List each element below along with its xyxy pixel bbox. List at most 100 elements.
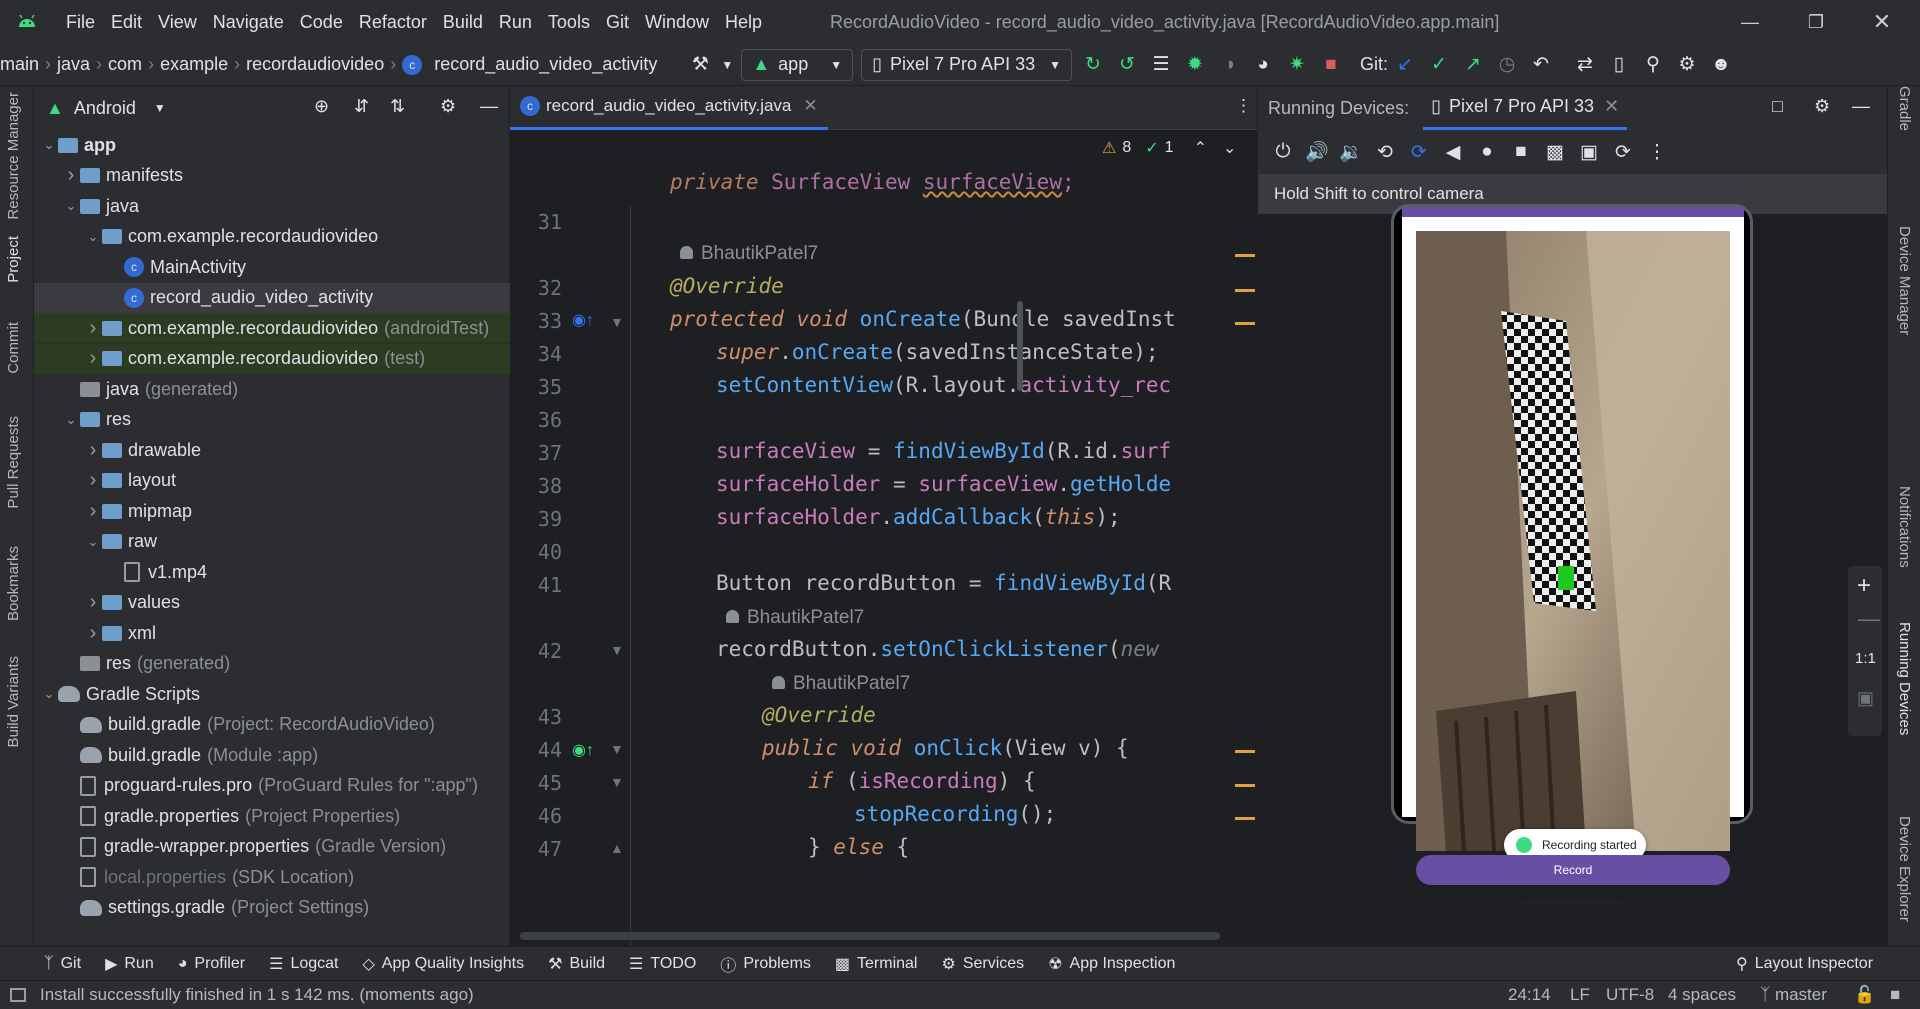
git-commit-icon[interactable]: ✓ [1422,49,1456,81]
locate-icon[interactable]: ⊕ [314,96,329,117]
menu-navigate[interactable]: Navigate [205,12,292,33]
horizontal-scrollbar[interactable] [520,932,1220,940]
tool-services[interactable]: ⚙ Services [929,954,1036,974]
author-hint[interactable]: BhautikPatel7 [680,243,818,265]
phone-screen[interactable]: Recording started Record [1402,207,1744,904]
file-encoding[interactable]: UTF-8 [1598,985,1662,1005]
profile-icon[interactable]: ◕ [1246,49,1280,81]
chevron-right-icon[interactable]: › [84,439,102,462]
menu-tools[interactable]: Tools [540,12,598,33]
gesture-bar[interactable] [1522,901,1622,904]
panel-toggle-icon[interactable] [10,988,26,1002]
zoom-out-icon[interactable]: — [1858,606,1880,632]
debug-icon[interactable]: ✹ [1178,49,1212,81]
gear-icon[interactable]: ⚙ [1814,96,1830,117]
chevron-right-icon[interactable]: › [84,500,102,523]
author-hint[interactable]: BhautikPatel7 [772,673,910,695]
reset-icon[interactable]: ⟳ [1606,136,1640,168]
record-button[interactable]: Record [1416,855,1730,885]
status-message[interactable]: Install successfully finished in 1 s 142… [26,985,482,1005]
menu-help[interactable]: Help [717,12,770,33]
tree-item[interactable]: java (generated) [34,374,510,404]
zoom-actual-size[interactable]: 1:1 [1855,650,1876,667]
tree-item[interactable]: ⌄ res [34,405,510,435]
device-manager-icon[interactable]: ▯ [1602,49,1636,81]
tool-run[interactable]: ▶ Run [93,954,166,974]
hammer-icon[interactable]: ⚒ [683,49,717,81]
breadcrumb-example[interactable]: example [154,54,234,75]
tool-notifications[interactable]: Notifications [1896,486,1913,568]
tool-layout-inspector[interactable]: ⚲ Layout Inspector [1724,954,1885,974]
apply-changes-icon[interactable]: ↺ [1110,49,1144,81]
fit-screen-icon[interactable]: ▣ [1857,688,1874,709]
breadcrumb-main[interactable]: main [0,54,45,75]
chevron-down-icon[interactable]: ⌄ [40,137,58,153]
override-marker-icon[interactable]: ◉↑ [572,310,594,330]
zoom-in-icon[interactable]: + [1857,572,1871,600]
attach-debugger-icon[interactable]: ✷ [1280,49,1314,81]
chevron-down-icon[interactable]: ▼ [717,49,737,81]
rotate-right-icon[interactable]: ⟳ [1402,136,1436,168]
menu-run[interactable]: Run [491,12,540,33]
breadcrumb-java[interactable]: java [51,54,96,75]
tool-build[interactable]: ⚒ Build [536,954,617,974]
run-config-select[interactable]: ▲ app ▼ [741,48,854,81]
tree-item[interactable]: › com.example.recordaudiovideo (test) [34,343,510,374]
lock-icon[interactable]: 🔓 [1846,985,1883,1005]
minimize-button[interactable]: — [1720,0,1780,44]
tree-item[interactable]: gradle.properties (Project Properties) [34,801,510,831]
editor-scrollbar[interactable] [1017,301,1023,391]
search-icon[interactable]: ⚲ [1636,49,1670,81]
tree-item[interactable]: res (generated) [34,649,510,679]
rotate-left-icon[interactable]: ⟲ [1368,136,1402,168]
tree-item[interactable]: ⌄ raw [34,527,510,557]
indent-setting[interactable]: 4 spaces [1660,985,1744,1005]
tree-item[interactable]: › xml [34,618,510,648]
tool-project[interactable]: Project [5,236,22,283]
project-view-mode[interactable]: Android [74,98,136,119]
tree-item[interactable]: › com.example.recordaudiovideo (androidTes… [34,313,510,343]
tree-item[interactable]: ⌄ app [34,130,510,160]
restore-button[interactable]: ❐ [1786,0,1846,44]
tree-item[interactable]: › mipmap [34,496,510,526]
screenshot-icon[interactable]: ▩ [1538,136,1572,168]
close-tab-icon[interactable]: ✕ [803,96,817,116]
overview-icon[interactable]: ■ [1504,136,1538,168]
more-options-icon[interactable]: ⋮ [1640,136,1674,168]
memory-indicator-icon[interactable]: ■ [1882,985,1908,1005]
git-update-icon[interactable]: ↙ [1388,49,1422,81]
tree-item[interactable]: › values [34,588,510,618]
chevron-down-icon[interactable]: ⌄ [40,686,58,702]
tree-item[interactable]: local.properties (SDK Location) [34,862,510,892]
chevron-down-icon[interactable]: ⌄ [84,229,102,245]
implement-marker-icon[interactable]: ◉↑ [572,740,594,760]
caret-position[interactable]: 24:14 [1500,985,1559,1005]
tree-item[interactable]: gradle-wrapper.properties (Gradle Version… [34,832,510,862]
volume-down-icon[interactable]: 🔉 [1334,136,1368,168]
tool-profiler[interactable]: ◕ Profiler [166,955,257,973]
tool-git[interactable]: ᛉ Git [0,955,93,973]
menu-refactor[interactable]: Refactor [351,12,435,33]
tool-app-inspection[interactable]: ☢ App Inspection [1036,954,1187,974]
tree-item[interactable]: c MainActivity [34,252,510,282]
history-icon[interactable]: ◷ [1490,49,1524,81]
tool-commit[interactable]: Commit [5,322,22,374]
more-options-icon[interactable]: ⋮ [1235,96,1252,116]
breadcrumb-recordaudiovideo[interactable]: recordaudiovideo [240,54,390,75]
chevron-down-icon[interactable]: ⌄ [84,534,102,550]
tree-item[interactable]: › drawable [34,435,510,465]
hide-panel-icon[interactable]: — [480,96,498,117]
tool-resource-manager[interactable]: Resource Manager [5,92,22,220]
chevron-right-icon[interactable]: › [84,317,102,340]
tool-app-quality-insights[interactable]: ◇ App Quality Insights [350,954,536,974]
chevron-right-icon[interactable]: › [84,469,102,492]
breadcrumb-file[interactable]: record_audio_video_activity [428,54,663,75]
breadcrumb-com[interactable]: com [102,54,148,75]
tree-item[interactable]: c record_audio_video_activity [34,282,510,313]
menu-window[interactable]: Window [637,12,717,33]
menu-build[interactable]: Build [435,12,491,33]
power-icon[interactable]: ⏻ [1266,136,1300,168]
git-branch[interactable]: ᛉ master [1752,985,1835,1005]
stop-icon[interactable]: ■ [1314,49,1348,81]
settings-gear-icon[interactable]: ⚙ [1670,49,1704,81]
